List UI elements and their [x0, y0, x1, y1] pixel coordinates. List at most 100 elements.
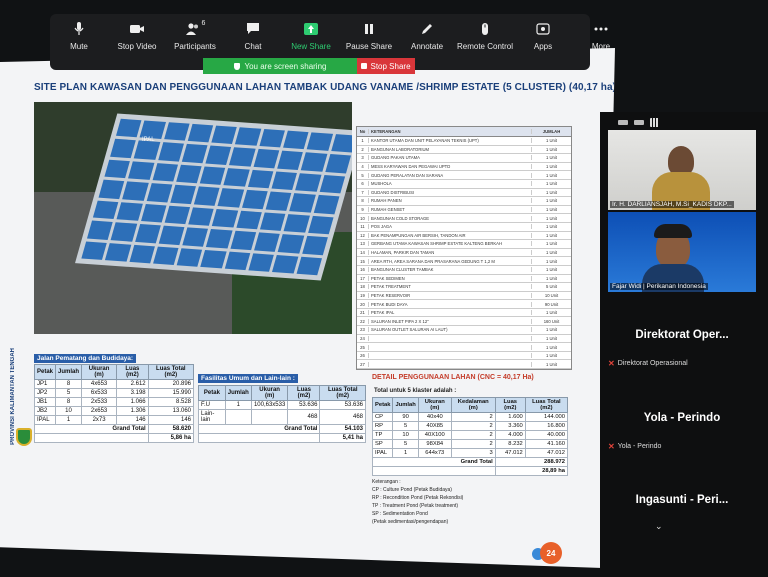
ket-header-no: No [357, 129, 369, 134]
keterangan-row: 7 GUDANG DISTRIBUSI 1 Unit [357, 189, 571, 198]
apps-button[interactable]: Apps [514, 20, 572, 51]
klaster-cell: 2 [450, 430, 496, 440]
participants-button[interactable]: 6 Participants [166, 20, 224, 51]
fasilitas-header-cell: Jumlah [224, 385, 252, 401]
jalan-cell: JP2 [33, 388, 57, 398]
keterangan-cell-desc: RUMAH GENSET [371, 207, 405, 213]
pond-cell [158, 225, 185, 245]
keterangan-cell-desc: GERBANG UTAMA KAWASAN SHRIMP ESTATE KALT… [371, 241, 502, 247]
pond-cell [146, 183, 173, 203]
pond-cell [236, 210, 262, 230]
pond-cell [92, 200, 119, 220]
annotate-button[interactable]: Annotate [398, 20, 456, 51]
pond-cell [122, 181, 149, 201]
fasilitas-ha-spacer [197, 433, 321, 443]
fasilitas-ha-value: 5,41 ha [319, 433, 366, 443]
legend: Keterangan : CP : Culture Pond (Petak Bu… [372, 478, 463, 526]
pond-cell [81, 241, 108, 260]
keterangan-cell-no: 13 [357, 241, 369, 247]
jalan-ha-row: 5,86 ha [34, 433, 195, 443]
participant-name: Direktorat Oper... [635, 329, 729, 341]
keterangan-cell-desc: BANGUNAN CLUSTER TAMBAK [371, 267, 434, 273]
participant-tile[interactable]: Ingasunti - Peri... [608, 472, 756, 552]
klaster-header-cell: Petak [371, 397, 394, 413]
participant-video-tile[interactable]: Ir. H. DARLIANSJAH, M.Si_KADIS DKP... [608, 130, 756, 210]
legend-line: RP : Recondition Pond (Petak Rekondisi) [372, 495, 464, 501]
keterangan-cell-no: 19 [357, 292, 369, 298]
participant-tile[interactable]: Direktorat Oper... ✕ Direktorat Operasio… [608, 307, 756, 387]
pond-cell [110, 139, 136, 159]
pond-cell [104, 159, 131, 179]
pen-icon [422, 24, 432, 34]
new-share-button[interactable]: New Share [282, 20, 340, 51]
keterangan-row: 14 HALAMAN, PARKIR DAN TAMAN 1 Unit [357, 249, 571, 258]
pause-share-button[interactable]: Pause Share [340, 20, 398, 51]
site-plan-image: IPAL [34, 102, 352, 334]
pond-cell [223, 168, 250, 187]
klaster-header-cell: Ukuran (m) [417, 397, 452, 413]
pond-cell [212, 208, 239, 228]
pond-cell [253, 149, 280, 169]
keterangan-cell-qty: 1 Unit [531, 232, 571, 238]
keterangan-header: No KETERANGAN JUMLAH [357, 127, 571, 137]
remote-control-button[interactable]: Remote Control [456, 20, 514, 51]
chevron-down-icon[interactable]: ⌄ [655, 521, 663, 532]
klaster-grand-label: Grand Total [372, 457, 496, 467]
klaster-cell: 644x73 [417, 448, 452, 458]
pond-cell [289, 193, 316, 213]
fasilitas-grand-value: 54.103 [319, 424, 366, 434]
participant-tile[interactable]: Yola - Perindo ✕ Yola - Perindo [608, 390, 756, 470]
participant-video-tile[interactable]: Fajar Widi | Perikanan Indonesia [608, 212, 756, 292]
minimize-icon[interactable] [618, 119, 628, 125]
klaster-ha-value: 28,89 ha [494, 466, 569, 476]
shared-slide: SITE PLAN KAWASAN DAN PENGGUNAAN LAHAN T… [0, 48, 615, 568]
more-button[interactable]: More [572, 20, 630, 51]
keterangan-cell-qty: 1 Unit [531, 207, 571, 213]
klaster-cell: 2 [450, 412, 496, 422]
participant-sub: ✕ Yola - Perindo [608, 442, 661, 451]
keterangan-cell-desc: BANGUNAN COLD STORAGE [371, 215, 430, 221]
pond-cell [194, 186, 220, 206]
klaster-row: IPAL 1 644x73 3 47.012 47.012 [371, 448, 569, 458]
klaster-cell: 90 [392, 412, 419, 422]
keterangan-row: 11 POS JAGA 1 Unit [357, 223, 571, 232]
jalan-cell: 15.990 [147, 388, 195, 398]
jalan-cell: 3.198 [116, 388, 149, 398]
stop-video-button[interactable]: Stop Video [108, 20, 166, 51]
stop-share-button[interactable]: Stop Share [357, 58, 415, 74]
gallery-view-icon[interactable] [650, 117, 659, 127]
keterangan-cell-qty: 1 Unit [531, 361, 571, 367]
keterangan-cell-qty: 1 Unit [531, 155, 571, 161]
panel-view-controls [600, 112, 768, 132]
keterangan-row: 25 1 Unit [357, 343, 571, 352]
microphone-icon [74, 22, 84, 35]
ket-header-qty: JUMLAH [531, 129, 571, 134]
keterangan-row: 8 RUMAH PANEN 1 Unit [357, 197, 571, 206]
jalan-header: Petak Jumlah Ukuran (m) Luas (m2) Luas Total… [33, 364, 195, 380]
jalan-row: IPAL 1 2x73 146 146 [33, 415, 195, 425]
jalan-cell: 13.060 [147, 406, 195, 416]
keterangan-cell-desc: MUSHOLA [371, 181, 392, 187]
pond-cell [248, 252, 275, 272]
klaster-cell: 40x40 [417, 412, 452, 422]
keterangan-row: 9 RUMAH GENSET 1 Unit [357, 206, 571, 215]
pond-cell [187, 123, 214, 143]
pond-cell [200, 249, 227, 269]
keterangan-cell-desc: GUDANG DISTRIBUSI [371, 189, 415, 195]
klaster-row: TP 10 40X100 2 4.000 40.000 [371, 430, 569, 440]
participant-sub-name: Yola - Perindo [617, 443, 662, 450]
keterangan-cell-qty: 1 Unit [531, 258, 571, 264]
pond-cell [181, 144, 208, 164]
pond-cell [116, 201, 143, 221]
klaster-cell: 2 [450, 421, 496, 431]
plan-ponds [75, 113, 352, 281]
participant-hat [654, 224, 692, 238]
chat-button[interactable]: Chat [224, 20, 282, 51]
mute-button[interactable]: Mute [50, 20, 108, 51]
keterangan-cell-desc: RUMAH PANEN [371, 198, 402, 204]
keterangan-row: 10 BANGUNAN COLD STORAGE 1 Unit [357, 214, 571, 223]
pond-cell [134, 140, 160, 160]
restore-icon[interactable] [634, 119, 644, 125]
keterangan-cell-qty: 5 Unit [531, 284, 571, 290]
pond-cell [98, 179, 125, 199]
